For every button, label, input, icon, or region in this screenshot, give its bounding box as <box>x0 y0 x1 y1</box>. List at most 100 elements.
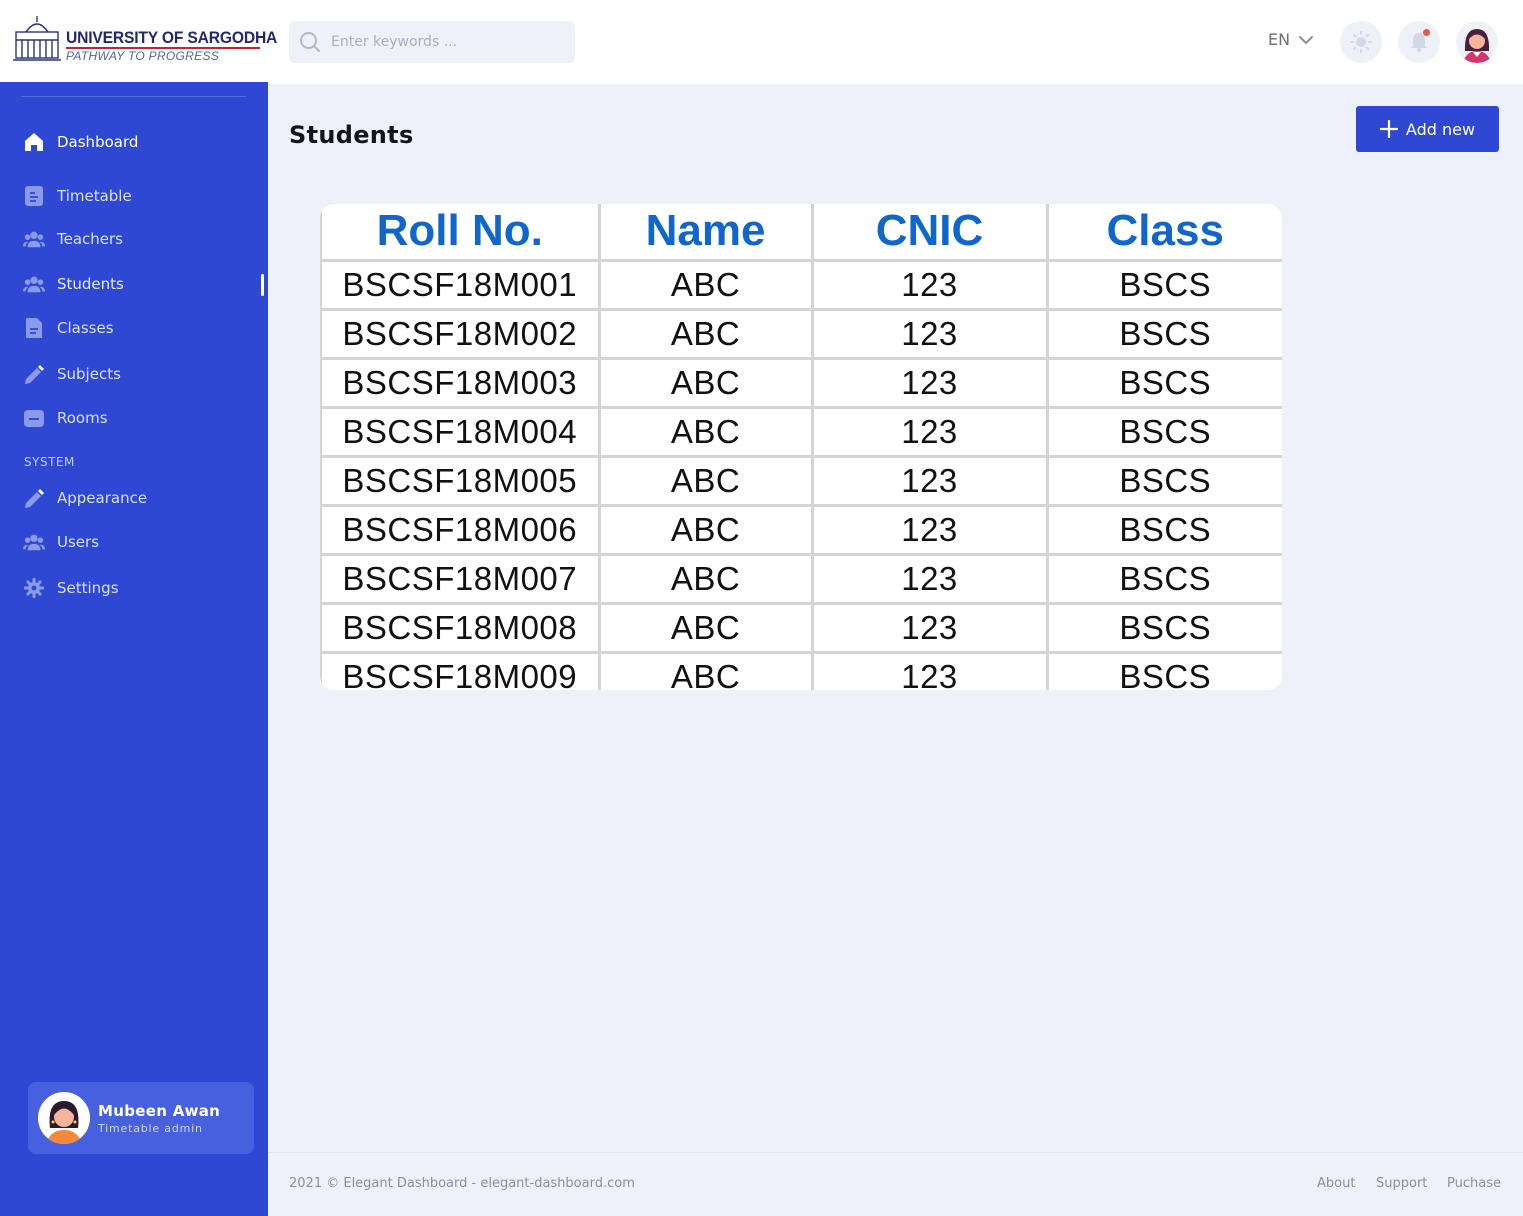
cell-roll-no: BSCSF18M009 <box>320 650 601 690</box>
column-header-cnic: CNIC <box>810 204 1049 262</box>
sidebar-item-teachers[interactable]: Teachers <box>0 221 268 257</box>
students-table-image: Roll No. Name CNIC Class BSCSF18M001 ABC 1… <box>320 204 1282 690</box>
cell-cnic: 123 <box>810 601 1049 654</box>
cell-class: BSCS <box>1045 601 1282 654</box>
cell-cnic: 123 <box>810 454 1049 507</box>
sidebar-item-rooms[interactable]: Rooms <box>0 400 268 436</box>
cell-cnic: 123 <box>810 650 1049 690</box>
cell-cnic: 123 <box>810 356 1049 409</box>
sidebar-item-label: Settings <box>57 579 119 597</box>
cell-name: ABC <box>597 454 814 507</box>
sidebar-item-label: Dashboard <box>57 133 139 151</box>
university-tagline: PATHWAY TO PROGRESS <box>66 49 220 63</box>
sidebar-item-users[interactable]: Users <box>0 524 268 560</box>
sidebar-item-settings[interactable]: Settings <box>0 570 268 606</box>
search-box <box>289 21 575 63</box>
profile-avatar[interactable] <box>1456 21 1498 63</box>
cell-roll-no: BSCSF18M003 <box>320 356 601 409</box>
table-header-row: Roll No. Name CNIC Class <box>320 204 1282 262</box>
cell-roll-no: BSCSF18M005 <box>320 454 601 507</box>
pencil-icon <box>23 363 45 385</box>
cell-cnic: 123 <box>810 258 1049 311</box>
sidebar-item-subjects[interactable]: Subjects <box>0 356 268 392</box>
university-title: UNIVERSITY OF SARGODHA <box>66 28 278 47</box>
table-row: BSCSF18M005 ABC 123 BSCS <box>320 454 1282 507</box>
notifications-button[interactable] <box>1398 21 1440 63</box>
cell-roll-no: BSCSF18M008 <box>320 601 601 654</box>
university-building-icon <box>13 16 61 61</box>
language-label: EN <box>1268 30 1291 49</box>
users-icon <box>23 531 45 553</box>
top-header: UNIVERSITY OF SARGODHA PATHWAY TO PROGRE… <box>0 0 1523 84</box>
plus-icon <box>1379 120 1398 138</box>
theme-toggle-button[interactable] <box>1340 21 1382 63</box>
column-header-roll-no: Roll No. <box>320 204 601 262</box>
active-indicator <box>261 274 264 296</box>
cell-roll-no: BSCSF18M006 <box>320 503 601 556</box>
user-name: Mubeen Awan <box>98 1101 221 1120</box>
sidebar-item-label: Rooms <box>57 409 108 427</box>
page-title: Students <box>289 121 414 149</box>
sidebar-item-label: Students <box>57 275 124 293</box>
sidebar-item-students[interactable]: Students <box>0 266 268 302</box>
cell-class: BSCS <box>1045 258 1282 311</box>
current-user-card[interactable]: Mubeen Awan Timetable admin <box>28 1082 254 1154</box>
cell-name: ABC <box>597 356 814 409</box>
cell-name: ABC <box>597 307 814 360</box>
sidebar-item-classes[interactable]: Classes <box>0 310 268 346</box>
add-new-button[interactable]: Add new <box>1356 106 1499 152</box>
footer-link-support[interactable]: Support <box>1376 1176 1427 1191</box>
sidebar-item-appearance[interactable]: Appearance <box>0 480 268 516</box>
cell-cnic: 123 <box>810 552 1049 605</box>
cell-class: BSCS <box>1045 454 1282 507</box>
pencil-icon <box>23 487 45 509</box>
table-row: BSCSF18M002 ABC 123 BSCS <box>320 307 1282 360</box>
file-icon <box>23 317 45 339</box>
sun-icon <box>1350 31 1372 53</box>
cell-cnic: 123 <box>810 405 1049 458</box>
sidebar-item-timetable[interactable]: Timetable <box>0 178 268 214</box>
cell-class: BSCS <box>1045 650 1282 690</box>
cell-name: ABC <box>597 601 814 654</box>
footer-link-about[interactable]: About <box>1317 1176 1355 1191</box>
column-header-name: Name <box>597 204 814 262</box>
home-icon <box>23 131 45 153</box>
table-row: BSCSF18M007 ABC 123 BSCS <box>320 552 1282 605</box>
footer-divider <box>268 1152 1523 1153</box>
sidebar-item-label: Teachers <box>57 230 123 248</box>
students-table: Roll No. Name CNIC Class BSCSF18M001 ABC 1… <box>320 204 1282 690</box>
search-input[interactable] <box>331 34 551 50</box>
cell-cnic: 123 <box>810 503 1049 556</box>
add-new-label: Add new <box>1405 119 1476 139</box>
cell-name: ABC <box>597 405 814 458</box>
chevron-down-icon <box>1299 35 1314 44</box>
sidebar-item-label: Appearance <box>57 489 148 507</box>
document-icon <box>23 185 45 207</box>
cell-cnic: 123 <box>810 307 1049 360</box>
cell-class: BSCS <box>1045 405 1282 458</box>
footer-link-purchase[interactable]: Puchase <box>1447 1176 1501 1191</box>
cell-name: ABC <box>597 503 814 556</box>
user-role: Timetable admin <box>98 1121 203 1135</box>
user-avatar-icon <box>46 1101 82 1144</box>
folder-icon <box>23 407 45 429</box>
sidebar: Dashboard Timetable Teachers Students Cl… <box>0 82 268 1216</box>
cell-roll-no: BSCSF18M002 <box>320 307 601 360</box>
cell-name: ABC <box>597 258 814 311</box>
system-section-label: SYSTEM <box>24 455 75 469</box>
sidebar-item-dashboard[interactable]: Dashboard <box>0 124 268 160</box>
table-row: BSCSF18M001 ABC 123 BSCS <box>320 258 1282 311</box>
cell-roll-no: BSCSF18M007 <box>320 552 601 605</box>
cell-class: BSCS <box>1045 307 1282 360</box>
cell-name: ABC <box>597 552 814 605</box>
sidebar-item-label: Subjects <box>57 365 121 383</box>
column-header-class: Class <box>1045 204 1282 262</box>
users-icon <box>23 273 45 295</box>
users-icon <box>23 228 45 250</box>
notification-badge <box>1423 29 1430 36</box>
language-selector[interactable]: EN <box>1268 30 1314 49</box>
cell-roll-no: BSCSF18M004 <box>320 405 601 458</box>
sidebar-item-label: Classes <box>57 319 114 337</box>
avatar <box>38 1092 90 1144</box>
university-logo[interactable]: UNIVERSITY OF SARGODHA PATHWAY TO PROGRE… <box>12 14 277 64</box>
